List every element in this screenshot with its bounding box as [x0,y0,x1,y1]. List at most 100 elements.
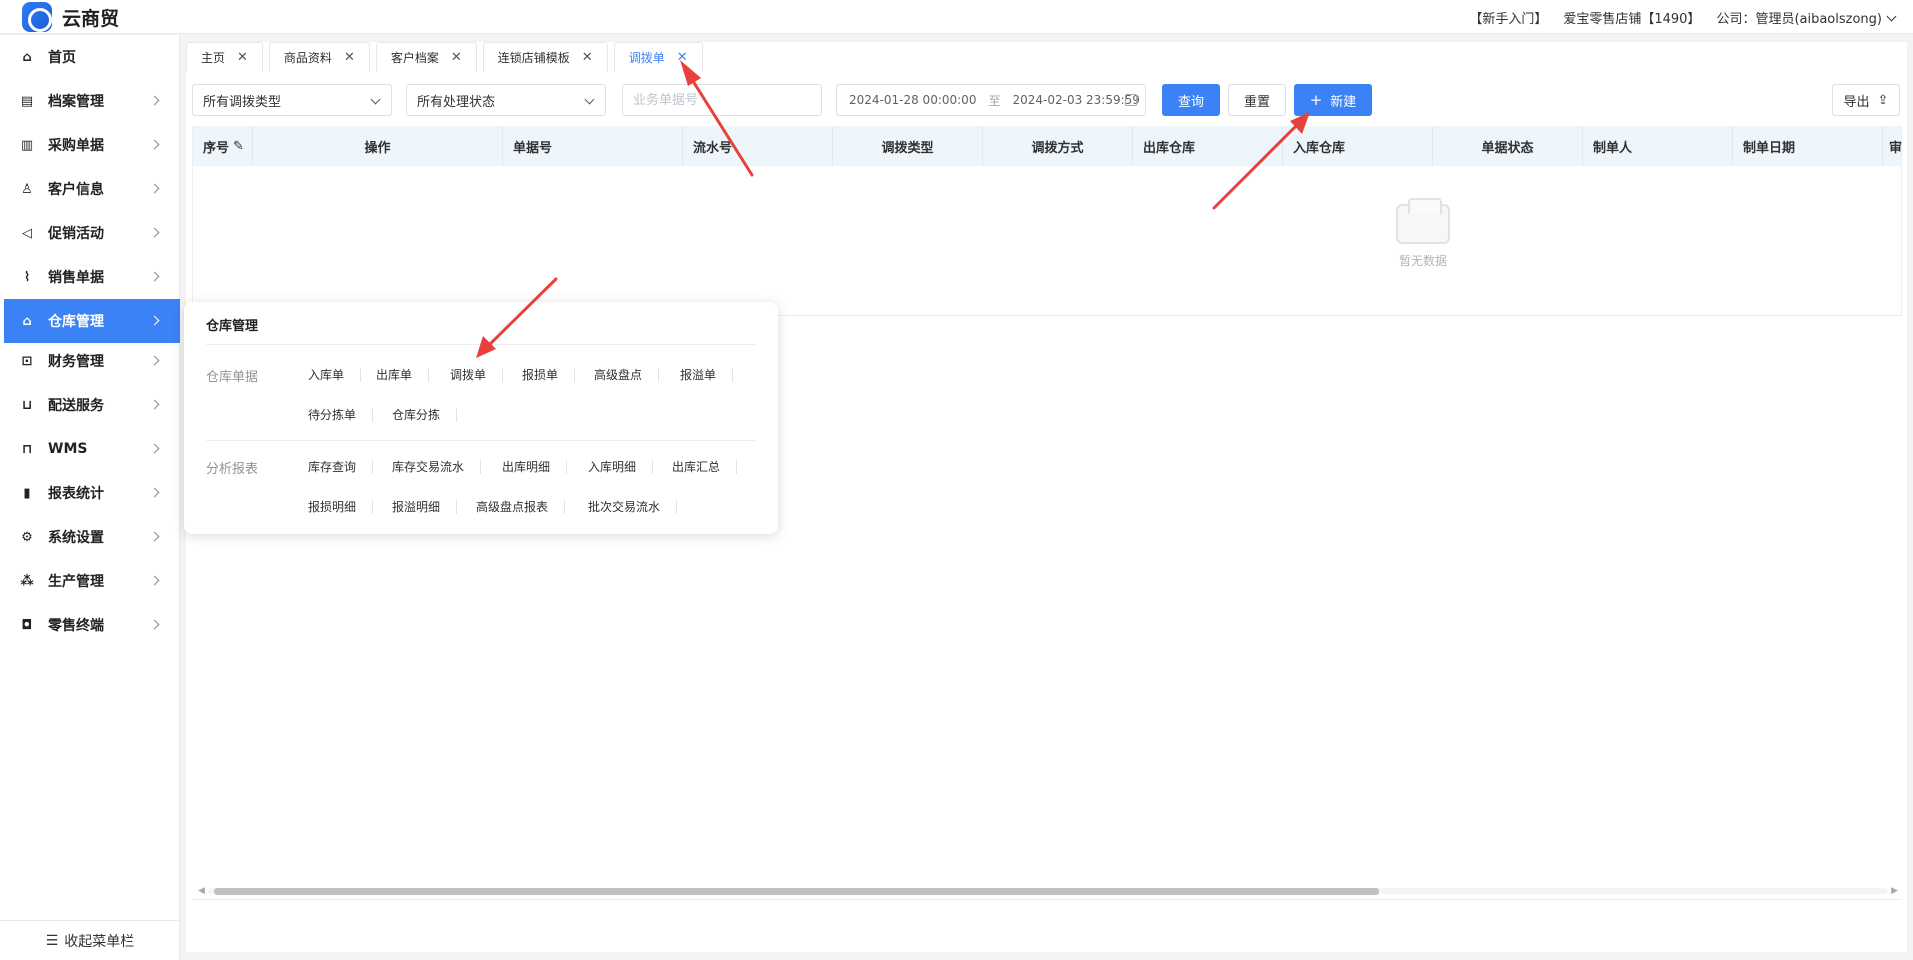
submenu-link-0-4[interactable]: 高级盘点 [594,366,642,383]
store-name: 爱宝零售店铺【1490】 [1563,12,1701,27]
empty-box-icon [1396,198,1450,244]
divider [564,500,565,514]
sidebar-item-label: 首页 [48,50,76,66]
date-start: 2024-01-28 00:00:00 [849,93,977,107]
transfer-type-value: 所有调拨类型 [203,94,282,110]
chevron-right-icon [149,355,160,366]
column-header-2[interactable]: 单据号 [503,126,683,166]
bill-number-input[interactable] [622,84,822,116]
divider [456,500,457,514]
tab-1[interactable]: 商品资料 ✕ [268,42,370,72]
column-header-label: 流水号 [693,140,733,156]
submenu-link-1-2[interactable]: 出库明细 [502,458,550,475]
tab-label: 调拨单 [628,51,665,65]
new-button[interactable]: + 新建 [1294,84,1372,116]
submenu-link-1-4[interactable]: 出库汇总 [672,458,720,475]
column-header-0[interactable]: 序号 ✎ [193,126,253,166]
close-icon[interactable]: ✕ [582,50,593,65]
export-button[interactable]: 导出 ⇪ [1832,84,1900,116]
transfer-type-select[interactable]: 所有调拨类型 [192,84,392,116]
sidebar-item-13[interactable]: ◘ 零售终端 [4,603,180,647]
date-range-picker[interactable]: 2024-01-28 00:00:00 至 2024-02-03 23:59:5… [836,84,1146,116]
plus-icon: + [1309,91,1323,109]
sidebar-item-1[interactable]: ▤ 档案管理 [4,79,180,123]
column-header-5[interactable]: 调拨方式 [983,126,1133,166]
submenu-link-0-5[interactable]: 报溢单 [680,366,716,383]
collapse-menu-button[interactable]: ☰ 收起菜单栏 [0,920,180,960]
warehouse-icon: ⌂ [22,313,32,329]
sidebar-item-8[interactable]: ⊔ 配送服务 [4,383,180,427]
company-user-label: 公司：管理员(aibaolszong) [1716,12,1882,27]
sidebar-item-9[interactable]: ⊓ WMS [4,427,180,471]
app-logo-icon [22,2,52,32]
sidebar-item-3[interactable]: ♙ 客户信息 [4,167,180,211]
column-header-11[interactable]: 审 [1883,126,1903,166]
scroll-left-icon[interactable]: ◀ [198,886,205,896]
divider [574,368,575,382]
scroll-right-icon[interactable]: ▶ [1891,886,1898,896]
submenu-link-0-0[interactable]: 入库单 [308,366,344,383]
scroll-thumb[interactable] [214,888,1379,895]
column-header-8[interactable]: 单据状态 [1433,126,1583,166]
gear-icon: ⚙ [21,529,33,545]
submenu-link-1-7[interactable]: 高级盘点报表 [476,498,548,515]
sidebar-item-11[interactable]: ⚙ 系统设置 [4,515,180,559]
column-header-7[interactable]: 入库仓库 [1283,126,1433,166]
submenu-link-1-1[interactable]: 库存交易流水 [392,458,464,475]
divider [456,408,457,422]
submenu-link-0-1[interactable]: 出库单 [376,366,412,383]
submenu-link-1-5[interactable]: 报损明细 [308,498,356,515]
horizontal-scrollbar[interactable]: ◀ ▶ [198,885,1898,896]
sidebar-item-label: 报表统计 [48,486,104,502]
sidebar-item-12[interactable]: ⁂ 生产管理 [4,559,180,603]
close-icon[interactable]: ✕ [677,50,688,65]
column-header-label: 调拨类型 [881,140,934,156]
submenu-link-0-2[interactable]: 调拨单 [450,366,486,383]
column-header-3[interactable]: 流水号 [683,126,833,166]
column-header-6[interactable]: 出库仓库 [1133,126,1283,166]
sidebar-item-label: 零售终端 [48,618,104,634]
submenu-link-0-3[interactable]: 报损单 [522,366,558,383]
sidebar-item-5[interactable]: ⌇ 销售单据 [4,255,180,299]
sidebar-item-2[interactable]: ▥ 采购单据 [4,123,180,167]
submenu-link-0-7[interactable]: 仓库分拣 [392,406,440,423]
column-header-4[interactable]: 调拨类型 [833,126,983,166]
transfer-table: 序号 ✎ 操作 单据号 流水号 调拨类型 调拨方式 出库仓库 入库仓库 单据状态 制单人 制单日期审 … [192,126,1902,316]
close-icon[interactable]: ✕ [237,50,248,65]
warehouse-submenu: 仓库管理 仓库单据 入库单 出库单 调拨单 报损单 高级盘点 报溢单 待分拣单 仓库分拣 分析报表… [184,302,778,534]
submenu-link-0-6[interactable]: 待分拣单 [308,406,356,423]
reset-button[interactable]: 重置 [1228,84,1286,116]
submenu-link-1-6[interactable]: 报溢明细 [392,498,440,515]
tab-2[interactable]: 客户档案 ✕ [375,42,477,72]
divider [206,344,756,345]
process-status-select[interactable]: 所有处理状态 [406,84,606,116]
close-icon[interactable]: ✕ [451,50,462,65]
submenu-link-1-8[interactable]: 批次交易流水 [588,498,660,515]
column-header-label: 调拨方式 [1031,140,1084,156]
column-header-10[interactable]: 制单日期 [1733,126,1883,166]
chevron-right-icon [149,183,160,194]
tab-0[interactable]: 主页 ✕ [186,42,263,72]
query-button[interactable]: 查询 [1162,84,1220,116]
tab-4[interactable]: 调拨单 ✕ [613,42,703,72]
close-icon[interactable]: ✕ [344,50,355,65]
edit-icon[interactable]: ✎ [233,139,244,154]
document-icon: ▥ [20,137,34,153]
company-user-menu[interactable]: 公司：管理员(aibaolszong) [1716,8,1897,27]
sidebar-item-6[interactable]: ⌂ 仓库管理 [4,299,180,343]
guide-link[interactable]: 【新手入门】 [1469,8,1547,27]
sidebar-item-7[interactable]: ⊡ 财务管理 [4,339,180,383]
collapse-menu-icon: ☰ [45,932,59,949]
column-header-1[interactable]: 操作 [253,126,503,166]
tab-label: 连锁店铺模板 [497,51,570,65]
tab-3[interactable]: 连锁店铺模板 ✕ [482,42,608,72]
sidebar-item-0[interactable]: ⌂ 首页 [4,35,180,79]
sidebar-item-10[interactable]: ▮ 报表统计 [4,471,180,515]
submenu-link-1-3[interactable]: 入库明细 [588,458,636,475]
user-icon: ♙ [21,181,33,197]
sidebar-item-4[interactable]: ◁ 促销活动 [4,211,180,255]
submenu-link-1-0[interactable]: 库存查询 [308,458,356,475]
filter-bar: 所有调拨类型 所有处理状态 2024-01-28 00:00:00 至 2024… [192,84,1902,118]
column-header-9[interactable]: 制单人 [1583,126,1733,166]
table-header: 序号 ✎ 操作 单据号 流水号 调拨类型 调拨方式 出库仓库 入库仓库 单据状态 制单人 制单日期 审 [193,126,1903,166]
